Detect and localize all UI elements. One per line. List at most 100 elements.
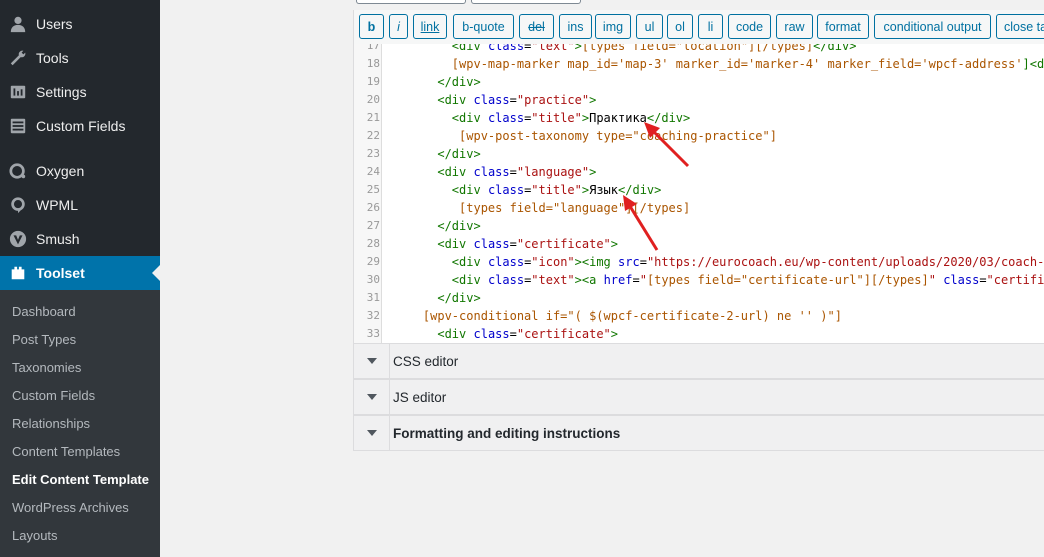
code-editor[interactable]: 17 <div class="text">[types field="locat… — [353, 44, 1044, 343]
submenu-item-layouts[interactable]: Layouts — [12, 528, 58, 543]
submenu-item-dashboard[interactable]: Dashboard — [12, 304, 76, 319]
code-text: [wpv-map-marker map_id='map-3' marker_id… — [451, 57, 1044, 71]
submenu-item-wordpress-archives[interactable]: WordPress Archives — [12, 500, 129, 515]
custom-fields-icon — [8, 116, 28, 136]
admin-sidebar: Users Tools Settings Custom Fields Oxyge… — [0, 0, 160, 557]
italic-button[interactable]: i — [389, 14, 408, 39]
toolset-icon — [8, 263, 28, 283]
menu-item-custom-fields[interactable]: Custom Fields — [0, 109, 160, 143]
menu-item-tools[interactable]: Tools — [0, 41, 160, 75]
menu-item-oxygen[interactable]: Oxygen — [0, 154, 160, 188]
line-number: 27 — [366, 219, 380, 232]
insert-button[interactable]: ins — [559, 14, 592, 39]
code-line: 30 <div class="text"><a href="[types fie… — [354, 271, 1044, 289]
menu-item-settings[interactable]: Settings — [0, 75, 160, 109]
menu-item-label: Settings — [36, 84, 87, 100]
menu-item-wpml[interactable]: WPML — [0, 188, 160, 222]
caret-down-icon[interactable] — [354, 416, 390, 450]
close-tags-button[interactable]: close tags — [996, 14, 1044, 39]
code-text: <div class="certificate"> — [437, 237, 619, 251]
image-button[interactable]: img — [595, 14, 631, 39]
users-icon — [8, 14, 28, 34]
submenu-item-content-templates[interactable]: Content Templates — [12, 444, 120, 459]
raw-button[interactable]: raw — [776, 14, 813, 39]
line-number: 26 — [366, 201, 380, 214]
line-number: 19 — [366, 75, 380, 88]
caret-down-icon[interactable] — [354, 344, 390, 378]
panel-title: Formatting and editing instructions — [393, 425, 621, 441]
submenu-item-post-types[interactable]: Post Types — [12, 332, 76, 347]
menu-item-label: WPML — [36, 197, 78, 213]
submenu-item-relationships[interactable]: Relationships — [12, 416, 90, 431]
code-line: 27 </div> — [354, 217, 1044, 235]
code-text: </div> — [437, 75, 481, 89]
code-text: <div class="title">Практика</div> — [451, 111, 691, 125]
code-line: 28 <div class="certificate"> — [354, 235, 1044, 253]
css-editor-panel[interactable]: CSS editor — [353, 343, 1044, 379]
code-line: 31 </div> — [354, 289, 1044, 307]
submenu-item-edit-content-template[interactable]: Edit Content Template — [12, 472, 149, 487]
code-line: 33 <div class="certificate"> — [354, 325, 1044, 343]
submenu-item-custom-fields[interactable]: Custom Fields — [12, 388, 95, 403]
menu-item-smush[interactable]: Smush — [0, 222, 160, 256]
toolset-submenu: Dashboard Post Types Taxonomies Custom F… — [0, 290, 160, 557]
line-number: 21 — [366, 111, 380, 124]
code-text: <div class="practice"> — [437, 93, 597, 107]
bold-button[interactable]: b — [359, 14, 384, 39]
menu-item-label: Users — [36, 16, 73, 32]
code-text: <div class="certificate"> — [437, 327, 619, 341]
active-menu-arrow — [152, 265, 160, 281]
code-line: 25 <div class="title">Язык</div> — [354, 181, 1044, 199]
code-line: 24 <div class="language"> — [354, 163, 1044, 181]
code-line: 29 <div class="icon"><img src="https://e… — [354, 253, 1044, 271]
js-editor-panel[interactable]: JS editor — [353, 379, 1044, 415]
conditional-output-button[interactable]: conditional output — [874, 14, 991, 39]
delete-button[interactable]: del — [519, 14, 554, 39]
line-number: 32 — [366, 309, 380, 322]
smush-icon — [8, 229, 28, 249]
menu-item-label: Oxygen — [36, 163, 85, 179]
caret-down-icon[interactable] — [354, 380, 390, 414]
code-text: <div class="text"><a href="[types field=… — [451, 273, 1044, 287]
blockquote-button[interactable]: b-quote — [453, 14, 514, 39]
toolbar-top-partial — [353, 0, 1044, 6]
code-line: 20 <div class="practice"> — [354, 91, 1044, 109]
menu-item-label: Toolset — [36, 265, 85, 281]
code-line: 26 [types field="language"][/types] — [354, 199, 1044, 217]
code-text: </div> — [437, 219, 481, 233]
menu-item-users[interactable]: Users — [0, 7, 160, 41]
code-text: </div> — [437, 291, 481, 305]
code-text: [types field="language"][/types] — [459, 201, 691, 215]
ordered-list-button[interactable]: ol — [667, 14, 693, 39]
line-number: 33 — [366, 327, 380, 340]
formatting-instructions-panel[interactable]: Formatting and editing instructions — [353, 415, 1044, 451]
partial-button — [471, 0, 581, 4]
code-line: 23 </div> — [354, 145, 1044, 163]
code-line: 22 [wpv-post-taxonomy type="coaching-pra… — [354, 127, 1044, 145]
format-button[interactable]: format — [817, 14, 869, 39]
code-text: <div class="icon"><img src="https://euro… — [451, 255, 1044, 269]
list-item-button[interactable]: li — [698, 14, 723, 39]
code-button[interactable]: code — [728, 14, 771, 39]
line-number: 28 — [366, 237, 380, 250]
code-line: 18 [wpv-map-marker map_id='map-3' marker… — [354, 55, 1044, 73]
quicktags-toolbar: b i link b-quote del ins img ul ol li co… — [353, 10, 1044, 44]
submenu-item-taxonomies[interactable]: Taxonomies — [12, 360, 81, 375]
line-number: 24 — [366, 165, 380, 178]
code-line: 21 <div class="title">Практика</div> — [354, 109, 1044, 127]
line-number: 30 — [366, 273, 380, 286]
menu-item-toolset[interactable]: Toolset — [0, 256, 160, 290]
code-line: 32 [wpv-conditional if="( $(wpcf-certifi… — [354, 307, 1044, 325]
wrench-icon — [8, 48, 28, 68]
partial-button — [356, 0, 466, 4]
line-number: 25 — [366, 183, 380, 196]
oxygen-icon — [8, 161, 28, 181]
panel-title: JS editor — [393, 389, 447, 405]
link-button[interactable]: link — [413, 14, 447, 39]
menu-item-label: Smush — [36, 231, 80, 247]
unordered-list-button[interactable]: ul — [636, 14, 663, 39]
line-number: 20 — [366, 93, 380, 106]
code-text: [wpv-conditional if="( $(wpcf-certificat… — [422, 309, 842, 323]
wpml-icon — [8, 195, 28, 215]
line-number: 31 — [366, 291, 380, 304]
